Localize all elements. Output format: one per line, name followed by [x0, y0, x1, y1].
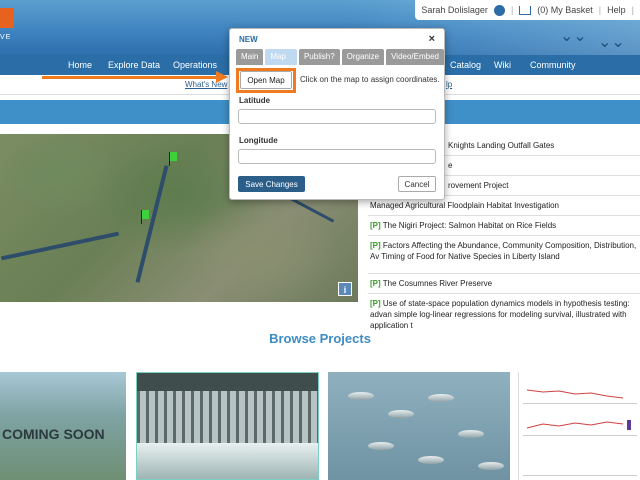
user-name[interactable]: Sarah Dolislager — [421, 5, 488, 15]
mini-chart — [523, 408, 637, 436]
fish-shape — [458, 430, 484, 438]
tab-video-embed[interactable]: Video/Embed — [386, 49, 444, 65]
project-thumbnail[interactable] — [328, 372, 510, 480]
longitude-input[interactable] — [238, 149, 436, 164]
basket-link[interactable]: (0) My Basket — [537, 5, 593, 15]
annotation-arrow — [42, 76, 218, 79]
latitude-input[interactable] — [238, 109, 436, 124]
fish-shape — [418, 456, 444, 464]
map-hint-text: Click on the map to assign coordinates. — [300, 75, 440, 84]
divider: | — [510, 5, 514, 15]
project-thumbnail[interactable]: COMING SOON — [0, 372, 126, 480]
longitude-label: Longitude — [239, 136, 278, 145]
nav-wiki[interactable]: Wiki — [494, 60, 511, 70]
nav-catalog[interactable]: Catalog — [450, 60, 481, 70]
tab-publish[interactable]: Publish? — [298, 49, 340, 65]
subnav-help[interactable]: lp — [446, 80, 452, 89]
tab-map-it[interactable]: Map It! — [265, 49, 297, 77]
birds-icon: ⌄⌄ — [560, 28, 587, 45]
map-marker-flag[interactable] — [141, 210, 149, 224]
list-item[interactable]: [P] The Cosumnes River Preserve — [368, 274, 640, 294]
river — [135, 165, 169, 283]
list-item[interactable]: [P] The Nigiri Project: Salmon Habitat o… — [368, 216, 640, 236]
fish-shape — [348, 392, 374, 400]
nav-community[interactable]: Community — [530, 60, 576, 70]
gear-icon[interactable] — [493, 4, 505, 16]
divider: | — [631, 5, 634, 15]
dialog-title: NEW — [239, 35, 258, 44]
birds-icon: ⌄⌄ — [598, 34, 625, 51]
mini-chart-graphic — [526, 389, 624, 399]
close-icon[interactable]: × — [429, 33, 435, 45]
fish-shape — [428, 394, 454, 402]
browse-projects-title: Browse Projects — [269, 331, 371, 346]
river — [0, 231, 120, 261]
list-item[interactable]: [P] Factors Affecting the Abundance, Com… — [368, 236, 640, 274]
basket-icon[interactable] — [519, 5, 532, 15]
coming-soon-label: COMING SOON — [2, 426, 105, 442]
user-bar: Sarah Dolislager | (0) My Basket | Help … — [415, 0, 640, 20]
annotation-arrow-head — [216, 71, 228, 83]
project-thumbnail[interactable] — [136, 372, 319, 480]
dam-deck — [137, 373, 318, 391]
map-info-button[interactable]: i — [338, 282, 352, 296]
tab-organize[interactable]: Organize — [341, 49, 385, 65]
latitude-label: Latitude — [239, 96, 271, 105]
logo-text: VE — [0, 34, 12, 41]
nav-operations[interactable]: Operations — [173, 60, 217, 70]
dialog-tabs: Main Map It! Publish? Organize Video/Emb… — [236, 49, 444, 77]
dam-water — [137, 443, 318, 479]
divider: | — [598, 5, 602, 15]
mini-table — [523, 442, 637, 476]
project-thumbnail[interactable] — [518, 372, 640, 480]
new-item-dialog: NEW × Main Map It! Publish? Organize Vid… — [229, 28, 445, 200]
fish-shape — [368, 442, 394, 450]
map-marker-flag[interactable] — [169, 152, 177, 166]
list-item[interactable]: [P] Use of state-space population dynami… — [368, 294, 640, 332]
fish-shape — [388, 410, 414, 418]
logo-icon[interactable] — [0, 8, 14, 28]
mini-chart-graphic — [526, 420, 631, 430]
annotation-highlight-box — [236, 68, 296, 93]
fish-shape — [478, 462, 504, 470]
nav-home[interactable]: Home — [68, 60, 92, 70]
nav-explore-data[interactable]: Explore Data — [108, 60, 160, 70]
help-link[interactable]: Help — [607, 5, 626, 15]
mini-chart — [523, 376, 637, 404]
tab-main[interactable]: Main — [236, 49, 264, 65]
save-changes-button[interactable]: Save Changes — [238, 176, 305, 192]
cancel-button[interactable]: Cancel — [398, 176, 436, 192]
